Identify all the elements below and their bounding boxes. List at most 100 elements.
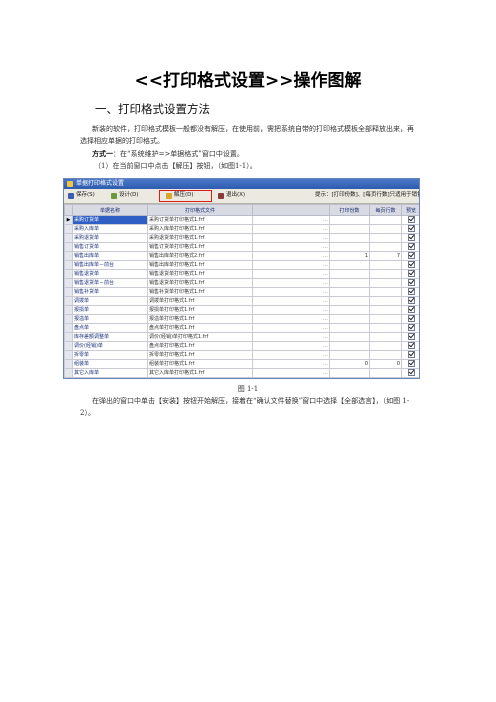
preview-checkbox[interactable] xyxy=(407,216,415,223)
copies-cell[interactable] xyxy=(329,287,370,297)
copies-cell[interactable] xyxy=(329,332,370,342)
bill-name-cell[interactable]: 销售出库单－前台 xyxy=(72,260,148,270)
preview-checkbox[interactable] xyxy=(407,225,415,232)
bill-name-cell[interactable]: 调拨单 xyxy=(72,296,148,306)
browse-dots-button[interactable]: … xyxy=(252,314,330,324)
preview-checkbox[interactable] xyxy=(407,351,415,358)
format-file-cell[interactable]: 其它出库单打印格式1.frf xyxy=(147,377,253,378)
bill-name-cell[interactable]: 盘点单 xyxy=(72,323,148,333)
copies-cell[interactable]: 0 xyxy=(329,359,370,369)
browse-dots-button[interactable]: … xyxy=(252,305,330,315)
preview-checkbox[interactable] xyxy=(407,279,415,286)
lines-cell[interactable]: 0 xyxy=(369,359,402,369)
table-row[interactable]: 销售出库单 销售出库单打印格式2.frf… 1 7 xyxy=(64,251,419,261)
lines-cell[interactable] xyxy=(369,215,402,225)
copies-cell[interactable] xyxy=(329,242,370,252)
format-file-cell[interactable]: 销售出库单打印格式2.frf xyxy=(147,251,253,261)
lines-cell[interactable] xyxy=(369,350,402,360)
lines-cell[interactable] xyxy=(369,341,402,351)
preview-checkbox[interactable] xyxy=(407,243,415,250)
preview-checkbox[interactable] xyxy=(407,252,415,259)
preview-checkbox[interactable] xyxy=(408,378,415,379)
browse-dots-button[interactable]: … xyxy=(252,341,330,351)
table-row[interactable]: 拆零单 拆零单打印格式1.frf… xyxy=(64,350,419,360)
table-row[interactable]: 报溢单 报溢单打印格式1.frf… xyxy=(64,314,419,324)
bill-name-cell[interactable]: 销售补货单 xyxy=(72,287,148,297)
browse-dots-button[interactable]: … xyxy=(252,224,330,234)
lines-cell[interactable] xyxy=(369,323,402,333)
header-lines[interactable]: 每页行数 xyxy=(369,204,402,216)
preview-checkbox[interactable] xyxy=(407,288,415,295)
format-file-cell[interactable]: 销售订货单打印格式1.frf xyxy=(147,242,253,252)
copies-cell[interactable] xyxy=(329,269,370,279)
browse-dots-button[interactable]: … xyxy=(252,260,330,270)
table-row[interactable]: 销售出库单－前台 销售出库单打印格式1.frf… xyxy=(64,260,419,270)
lines-cell[interactable] xyxy=(369,368,402,378)
header-preview[interactable]: 预览 xyxy=(401,204,419,216)
browse-dots-button[interactable]: … xyxy=(252,242,330,252)
preview-checkbox[interactable] xyxy=(407,234,415,241)
bill-name-cell[interactable]: 其它出库单 xyxy=(72,377,148,378)
copies-cell[interactable] xyxy=(329,314,370,324)
format-file-cell[interactable]: 采购退货单打印格式1.frf xyxy=(147,233,253,243)
copies-cell[interactable] xyxy=(329,233,370,243)
copies-cell[interactable] xyxy=(329,278,370,288)
browse-dots-button[interactable]: … xyxy=(252,215,330,225)
exit-button[interactable]: 退出(X) xyxy=(217,191,245,200)
browse-dots-button[interactable]: … xyxy=(252,278,330,288)
format-file-cell[interactable]: 调拨单打印格式1.frf xyxy=(147,296,253,306)
table-row[interactable]: 其它出库单其它出库单打印格式1.frf… xyxy=(64,377,419,379)
format-file-cell[interactable]: 拆零单打印格式1.frf xyxy=(147,350,253,360)
browse-dots-button[interactable]: … xyxy=(252,368,330,378)
table-row[interactable]: 销售退货单 销售退货单打印格式1.frf… xyxy=(64,269,419,279)
preview-checkbox[interactable] xyxy=(407,270,415,277)
table-row[interactable]: 销售订货单 销售订货单打印格式1.frf… xyxy=(64,242,419,252)
copies-cell[interactable] xyxy=(329,296,370,306)
lines-cell[interactable] xyxy=(369,305,402,315)
browse-dots-button[interactable]: … xyxy=(252,323,330,333)
preview-checkbox[interactable] xyxy=(407,360,415,367)
lines-cell[interactable] xyxy=(369,314,402,324)
lines-cell[interactable] xyxy=(369,242,402,252)
preview-checkbox[interactable] xyxy=(407,369,415,376)
format-file-cell[interactable]: 组装单打印格式1.frf xyxy=(147,359,253,369)
table-row[interactable]: 销售补货单 销售补货单打印格式1.frf… xyxy=(64,287,419,297)
bill-name-cell[interactable]: 销售出库单 xyxy=(72,251,148,261)
table-row[interactable]: 报损单 报损单打印格式1.frf… xyxy=(64,305,419,315)
preview-checkbox[interactable] xyxy=(407,342,415,349)
browse-dots-button[interactable]: … xyxy=(252,359,330,369)
format-file-cell[interactable]: 销售退货单打印格式1.frf xyxy=(147,278,253,288)
format-file-cell[interactable]: 采购订货单打印格式1.frf xyxy=(147,215,253,225)
lines-cell[interactable] xyxy=(369,278,402,288)
header-format-file[interactable]: 打印格式文件 xyxy=(147,204,253,216)
copies-cell[interactable]: 1 xyxy=(329,251,370,261)
lines-cell[interactable] xyxy=(369,233,402,243)
lines-cell[interactable] xyxy=(369,332,402,342)
lines-cell[interactable]: 7 xyxy=(369,251,402,261)
lines-cell[interactable] xyxy=(369,224,402,234)
lines-cell[interactable] xyxy=(369,296,402,306)
preview-checkbox[interactable] xyxy=(407,333,415,340)
preview-checkbox[interactable] xyxy=(407,315,415,322)
copies-cell[interactable] xyxy=(329,224,370,234)
bill-name-cell[interactable]: 报溢单 xyxy=(72,314,148,324)
table-row[interactable]: 采购入库单 采购入库单打印格式1.frf… xyxy=(64,224,419,234)
format-file-cell[interactable]: 其它入库单打印格式1.frf xyxy=(147,368,253,378)
lines-cell[interactable] xyxy=(369,287,402,297)
table-row[interactable]: 其它入库单 其它入库单打印格式1.frf… xyxy=(64,368,419,378)
browse-dots-button[interactable]: … xyxy=(252,350,330,360)
bill-name-cell[interactable]: 销售退货单－前台 xyxy=(72,278,148,288)
preview-checkbox[interactable] xyxy=(407,324,415,331)
browse-dots-button[interactable]: … xyxy=(252,296,330,306)
table-row[interactable]: 调拨单 调拨单打印格式1.frf… xyxy=(64,296,419,306)
table-row[interactable]: 销售退货单－前台 销售退货单打印格式1.frf… xyxy=(64,278,419,288)
header-copies[interactable]: 打印份数 xyxy=(329,204,370,216)
browse-dots-button[interactable]: … xyxy=(252,377,330,378)
format-file-cell[interactable]: 报溢单打印格式1.frf xyxy=(147,314,253,324)
browse-dots-button[interactable]: … xyxy=(252,251,330,261)
format-file-cell[interactable]: 调价(经销)单打印格式1.frf xyxy=(147,332,253,342)
copies-cell[interactable] xyxy=(329,260,370,270)
bill-name-cell[interactable]: 拆零单 xyxy=(72,350,148,360)
lines-cell[interactable] xyxy=(369,269,402,279)
lines-cell[interactable] xyxy=(369,260,402,270)
